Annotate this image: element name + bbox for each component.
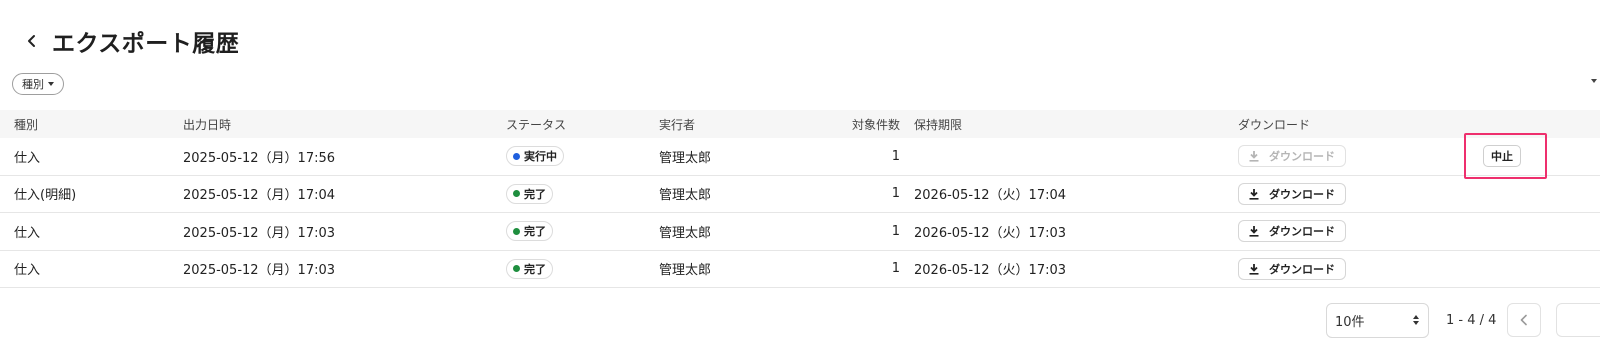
status-cell: 完了 [506, 213, 553, 250]
table-row: 仕入(明細) 2025-05-12（月）17:04 完了 管理太郎 1 2026… [0, 176, 1600, 213]
status-cell: 完了 [506, 251, 553, 288]
download-icon [1248, 150, 1260, 162]
status-badge: 完了 [506, 221, 553, 242]
status-dot-icon [513, 227, 520, 235]
prev-page-button[interactable] [1507, 303, 1541, 337]
download-icon [1248, 263, 1260, 275]
caret-down-icon [48, 82, 54, 86]
cell-kind: 仕入 [14, 263, 41, 279]
status-badge: 実行中 [506, 146, 564, 167]
download-button[interactable]: ダウンロード [1238, 257, 1346, 280]
cell-count: 1 [891, 261, 900, 277]
table-row: 仕入 2025-05-12（月）17:03 完了 管理太郎 1 2026-05-… [0, 213, 1600, 251]
status-label: 完了 [524, 187, 546, 201]
status-dot-icon [513, 265, 520, 273]
cell-count: 1 [891, 223, 900, 239]
table-row: 仕入 2025-05-12（月）17:56 実行中 管理太郎 1 ダウンロード … [0, 138, 1600, 176]
download-icon [1248, 188, 1260, 200]
status-cell: 完了 [506, 176, 553, 213]
chevron-left-icon [1520, 314, 1527, 326]
cell-expires: 2026-05-12（火）17:03 [914, 225, 1067, 241]
next-page-button[interactable] [1556, 303, 1600, 337]
cell-executor: 管理太郎 [659, 225, 712, 241]
col-kind: 種別 [14, 117, 39, 132]
status-badge: 完了 [506, 183, 553, 204]
cell-executor: 管理太郎 [659, 263, 712, 279]
status-cell: 実行中 [506, 138, 564, 175]
sort-updown-icon [1413, 315, 1419, 325]
cell-count: 1 [891, 186, 900, 202]
cell-executor: 管理太郎 [659, 150, 712, 166]
status-badge: 完了 [506, 258, 553, 279]
cell-executor: 管理太郎 [659, 188, 712, 204]
download-cell: ダウンロード [1238, 176, 1346, 213]
download-label: ダウンロード [1269, 225, 1335, 239]
export-history-table: 種別 出力日時 ステータス 実行者 対象件数 保持期限 ダウンロード 仕入 20… [0, 110, 1600, 288]
cell-kind: 仕入(明細) [14, 188, 77, 204]
table-row: 仕入 2025-05-12（月）17:03 完了 管理太郎 1 2026-05-… [0, 251, 1600, 288]
caret-down-icon[interactable] [1591, 79, 1597, 83]
per-page-select[interactable]: 10件 [1326, 303, 1429, 338]
chevron-left-icon [28, 35, 35, 47]
status-dot-icon [513, 152, 520, 160]
page-range: 1 - 4 / 4 [1446, 313, 1497, 328]
cell-output-at: 2025-05-12（月）17:03 [183, 263, 336, 279]
download-icon [1248, 225, 1260, 237]
status-label: 完了 [524, 225, 546, 239]
download-button[interactable]: ダウンロード [1238, 182, 1346, 205]
download-label: ダウンロード [1269, 262, 1335, 276]
cell-output-at: 2025-05-12（月）17:04 [183, 188, 336, 204]
per-page-value: 10件 [1335, 315, 1365, 330]
col-count: 対象件数 [851, 117, 900, 132]
download-button[interactable]: ダウンロード [1238, 145, 1346, 168]
cell-kind: 仕入 [14, 150, 41, 166]
col-download: ダウンロード [1238, 117, 1311, 132]
download-cell: ダウンロード [1238, 138, 1346, 175]
status-dot-icon [513, 190, 520, 198]
stop-button-highlight [1464, 133, 1547, 179]
table-header: 種別 出力日時 ステータス 実行者 対象件数 保持期限 ダウンロード [0, 110, 1600, 138]
cell-count: 1 [891, 148, 900, 164]
col-executor: 実行者 [659, 117, 696, 132]
col-expires: 保持期限 [914, 117, 963, 132]
page-header: エクスポート履歴 [22, 24, 239, 58]
col-status: ステータス [506, 117, 567, 132]
kind-filter-label: 種別 [22, 78, 44, 91]
download-cell: ダウンロード [1238, 251, 1346, 288]
download-button[interactable]: ダウンロード [1238, 220, 1346, 243]
page-title: エクスポート履歴 [52, 31, 240, 57]
download-cell: ダウンロード [1238, 213, 1346, 250]
cell-kind: 仕入 [14, 225, 41, 241]
kind-filter-chip[interactable]: 種別 [12, 73, 64, 95]
cell-expires: 2026-05-12（火）17:03 [914, 263, 1067, 279]
download-label: ダウンロード [1269, 187, 1335, 201]
back-button[interactable] [22, 31, 42, 51]
status-label: 完了 [524, 262, 546, 276]
status-label: 実行中 [524, 150, 557, 164]
cell-expires: 2026-05-12（火）17:04 [914, 188, 1067, 204]
download-label: ダウンロード [1269, 150, 1335, 164]
cell-output-at: 2025-05-12（月）17:56 [183, 150, 336, 166]
cell-output-at: 2025-05-12（月）17:03 [183, 225, 336, 241]
col-output-at: 出力日時 [183, 117, 232, 132]
